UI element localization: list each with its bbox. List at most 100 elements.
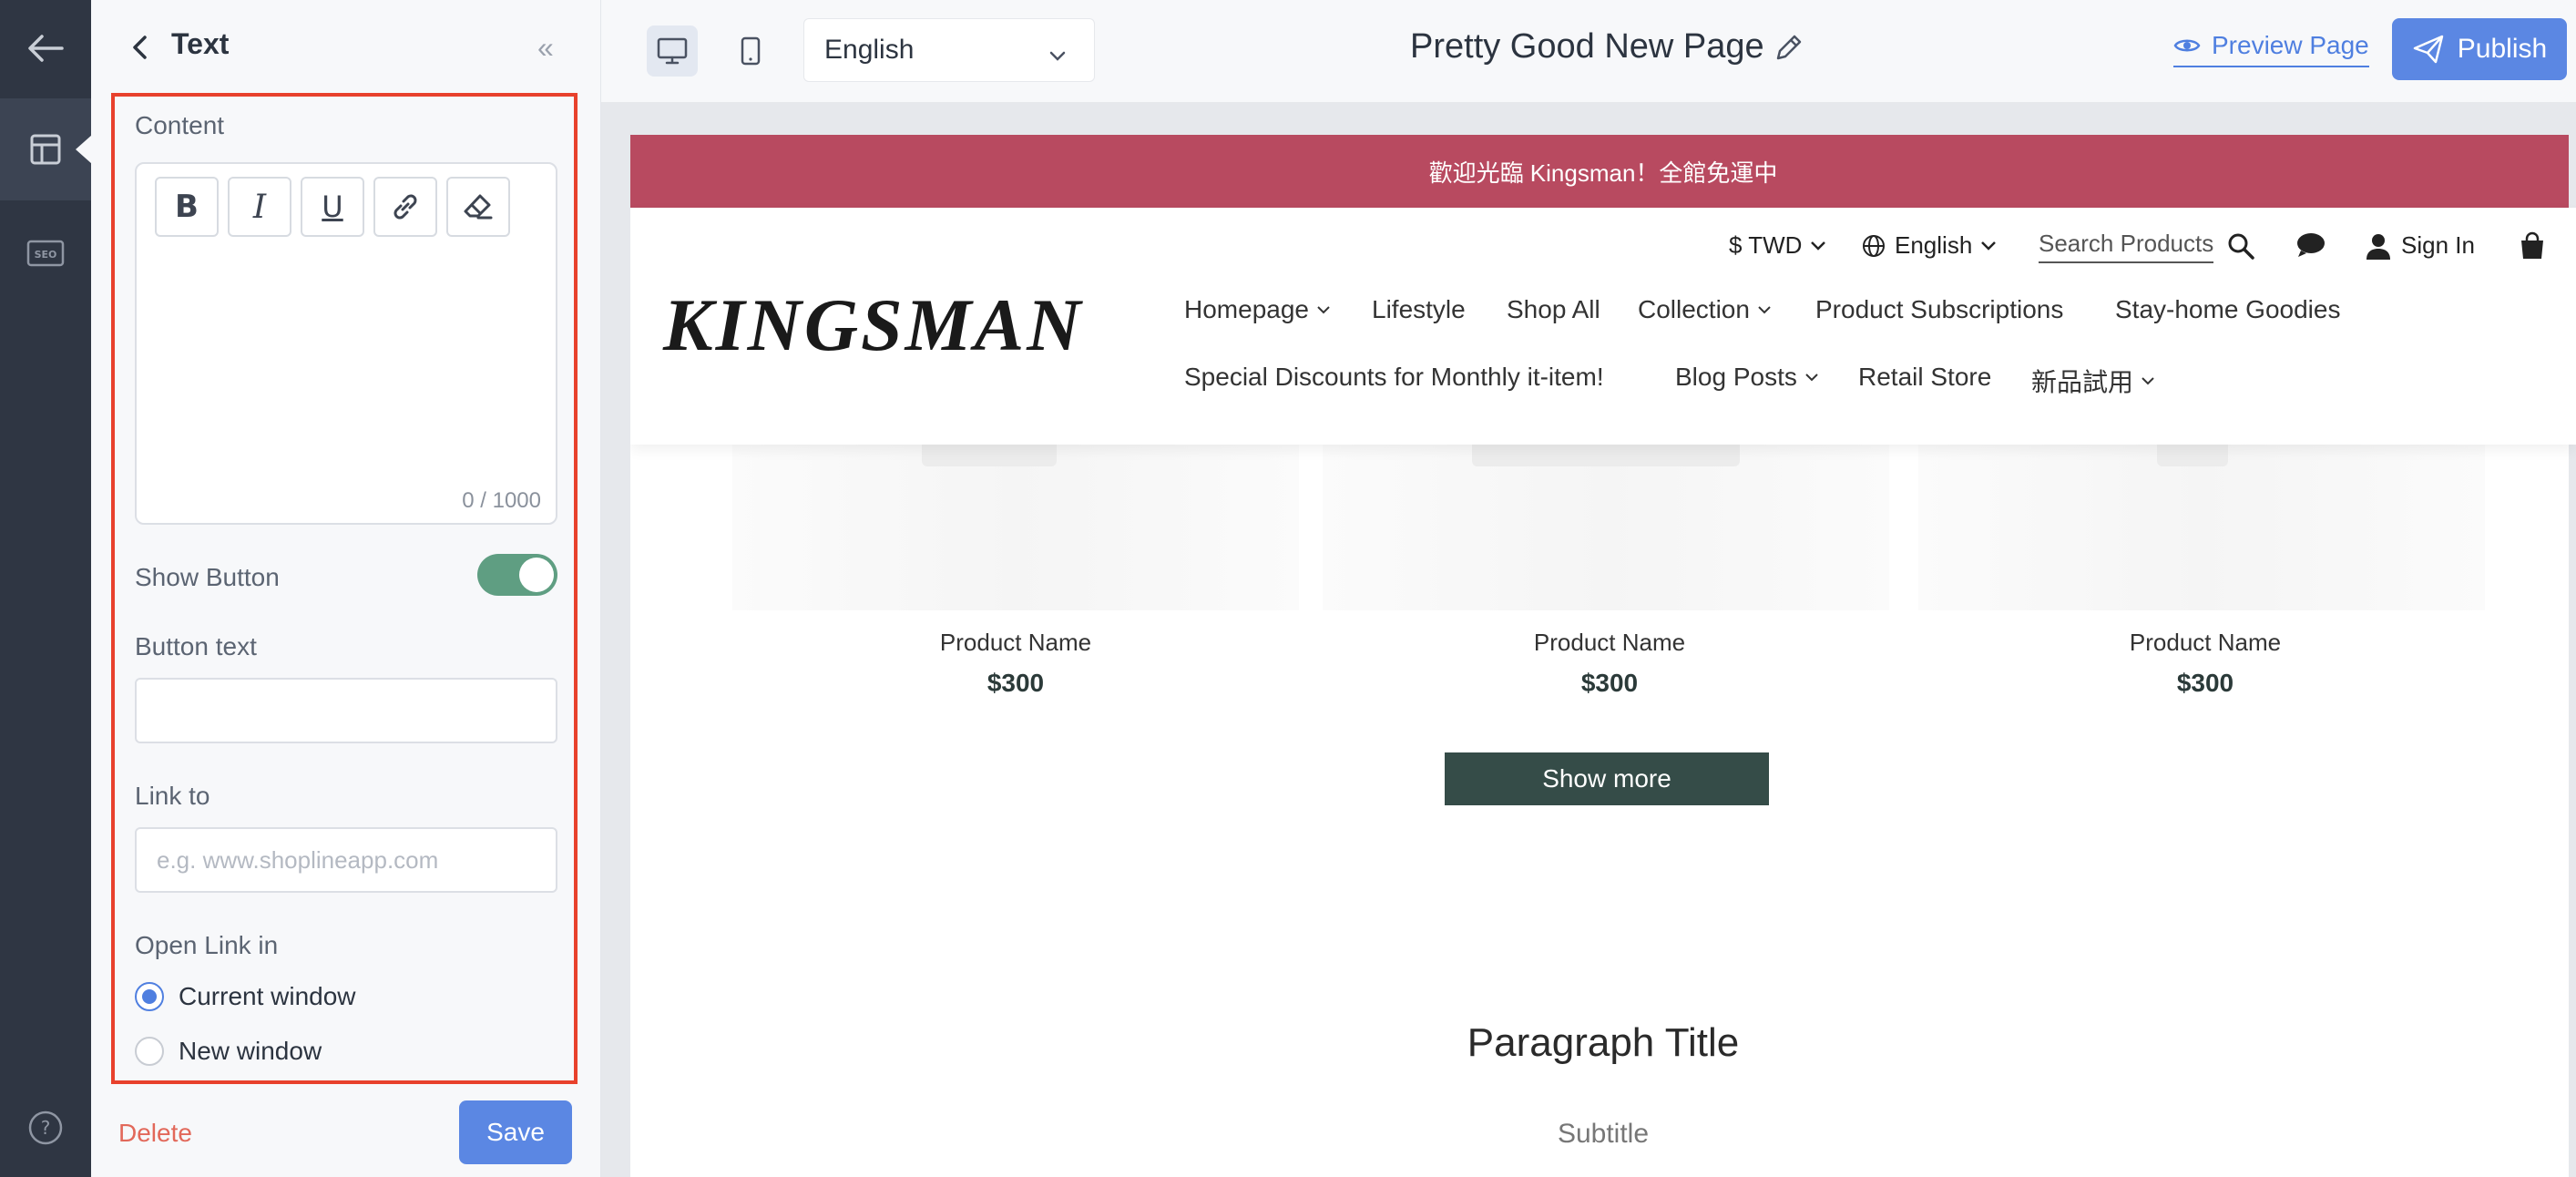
nav-label: Product Subscriptions: [1815, 295, 2064, 323]
product-price: $300: [986, 669, 1045, 697]
product-name[interactable]: Product Name: [1922, 629, 2489, 657]
link-url-input[interactable]: [135, 827, 557, 893]
chevron-down-icon: [1317, 306, 1330, 314]
chevron-left-icon[interactable]: [124, 31, 157, 64]
nav-label: 新品試用: [2031, 368, 2134, 396]
nav-label: Blog Posts: [1675, 363, 1797, 391]
radio-new-window[interactable]: New window: [135, 1037, 322, 1066]
nav-new-trial[interactable]: 新品試用: [2031, 363, 2155, 399]
product-thumb: [2157, 445, 2228, 466]
store-logo[interactable]: KINGSMAN: [663, 282, 1083, 368]
icon-rail: SEO ?: [0, 0, 92, 1177]
nav-homepage[interactable]: Homepage: [1184, 295, 1331, 324]
store-language-select[interactable]: English: [1862, 231, 1998, 260]
link-icon[interactable]: [373, 177, 437, 237]
cart-icon[interactable]: [2518, 231, 2547, 261]
svg-text:SEO: SEO: [35, 249, 57, 261]
preview-label: Preview Page: [2212, 31, 2369, 59]
product-price: $300: [1580, 669, 1639, 697]
toggle-knob: [519, 558, 554, 592]
user-icon: [2366, 233, 2390, 260]
svg-text:?: ?: [41, 1117, 51, 1139]
mobile-icon[interactable]: [725, 26, 776, 77]
chevron-down-icon: [1811, 241, 1826, 251]
nav-label: Collection: [1638, 295, 1750, 323]
chevron-down-icon: [1805, 374, 1818, 382]
sign-in-link[interactable]: Sign In: [2365, 231, 2475, 260]
chevron-down-icon: [1981, 241, 1997, 251]
show-button-toggle[interactable]: [477, 554, 557, 596]
nav-retail-store[interactable]: Retail Store: [1858, 363, 1991, 392]
character-counter: 0 / 1000: [462, 488, 541, 513]
nav-label: Shop All: [1507, 295, 1600, 323]
paper-plane-icon: [2413, 35, 2444, 64]
publish-label: Publish: [2457, 34, 2548, 64]
radio-button[interactable]: [135, 982, 164, 1011]
product-name[interactable]: Product Name: [732, 629, 1299, 657]
show-button-label: Show Button: [135, 563, 280, 591]
eye-icon: [2173, 39, 2201, 52]
desktop-icon[interactable]: [647, 26, 698, 77]
button-text-input[interactable]: [135, 678, 557, 743]
back-arrow-icon[interactable]: [0, 15, 91, 82]
collapse-icon[interactable]: «: [537, 31, 554, 64]
radio-button[interactable]: [135, 1037, 164, 1066]
store-language-value: English: [1895, 231, 1973, 259]
announcement-bar: 歡迎光臨 Kingsman！全館免運中: [630, 135, 2576, 208]
pencil-icon[interactable]: [1773, 31, 1805, 68]
panel-title: Text: [171, 27, 230, 60]
nav-label: Special Discounts for Monthly it-item!: [1184, 363, 1604, 391]
settings-panel: Text « Content B I U 0 / 1000 Show Butto…: [91, 0, 601, 1177]
nav-lifestyle[interactable]: Lifestyle: [1372, 295, 1466, 324]
save-button[interactable]: Save: [459, 1100, 572, 1164]
product-thumb: [1472, 445, 1740, 466]
nav-special-discounts[interactable]: Special Discounts for Monthly it-item!: [1184, 363, 1604, 392]
nav-blog-posts[interactable]: Blog Posts: [1675, 363, 1819, 392]
nav-product-subscriptions[interactable]: Product Subscriptions: [1815, 295, 2063, 324]
preview-page-link[interactable]: Preview Page: [2173, 31, 2369, 67]
language-select[interactable]: English: [803, 18, 1095, 82]
paragraph-title: Paragraph Title: [1467, 1020, 1740, 1065]
nav-stay-home-goodies[interactable]: Stay-home Goodies: [2115, 295, 2340, 324]
currency-select[interactable]: $ TWD: [1729, 231, 1827, 260]
link-to-label: Link to: [135, 782, 210, 810]
radio-label: Current window: [179, 982, 356, 1010]
radio-label: New window: [179, 1037, 322, 1065]
page-preview-canvas[interactable]: 歡迎光臨 Kingsman！全館免運中 KINGSMAN $ TWD Engli…: [630, 135, 2576, 1177]
language-value: English: [824, 35, 915, 65]
delete-button[interactable]: Delete: [118, 1119, 192, 1148]
publish-button[interactable]: Publish: [2392, 18, 2567, 80]
chevron-down-icon: [1758, 306, 1771, 314]
underline-icon[interactable]: U: [301, 177, 364, 237]
help-icon[interactable]: ?: [0, 1093, 91, 1162]
seo-icon[interactable]: SEO: [0, 219, 91, 288]
nav-label: Stay-home Goodies: [2115, 295, 2341, 323]
currency-value: $ TWD: [1729, 231, 1803, 259]
italic-icon[interactable]: I: [228, 177, 291, 237]
nav-shop-all[interactable]: Shop All: [1507, 295, 1600, 324]
chevron-down-icon: [1048, 39, 1067, 70]
nav-label: Retail Store: [1858, 363, 1992, 391]
panel-header: Text «: [91, 0, 601, 95]
nav-collection[interactable]: Collection: [1638, 295, 1772, 324]
bold-icon[interactable]: B: [155, 177, 219, 237]
content-label: Content: [135, 111, 225, 139]
store-header: KINGSMAN $ TWD English Search Products S…: [630, 208, 2576, 445]
store-search-input[interactable]: Search Products: [2039, 230, 2214, 263]
globe-icon: [1863, 234, 1885, 257]
nav-label: Lifestyle: [1372, 295, 1466, 323]
chat-icon[interactable]: [2295, 231, 2326, 259]
eraser-icon[interactable]: [446, 177, 510, 237]
radio-current-window[interactable]: Current window: [135, 982, 356, 1011]
search-icon[interactable]: [2226, 231, 2255, 261]
product-thumb: [922, 445, 1057, 466]
chevron-down-icon: [2142, 377, 2154, 385]
open-link-label: Open Link in: [135, 931, 279, 959]
top-bar: English Pretty Good New Page Preview Pag…: [601, 0, 2576, 102]
rich-text-editor[interactable]: B I U 0 / 1000: [135, 162, 557, 525]
nav-label: Homepage: [1184, 295, 1309, 323]
sign-in-label: Sign In: [2401, 231, 2475, 259]
product-name[interactable]: Product Name: [1326, 629, 1893, 657]
show-more-button[interactable]: Show more: [1445, 752, 1769, 805]
highlight-box: Content B I U 0 / 1000 Show Button Butto…: [111, 93, 578, 1084]
